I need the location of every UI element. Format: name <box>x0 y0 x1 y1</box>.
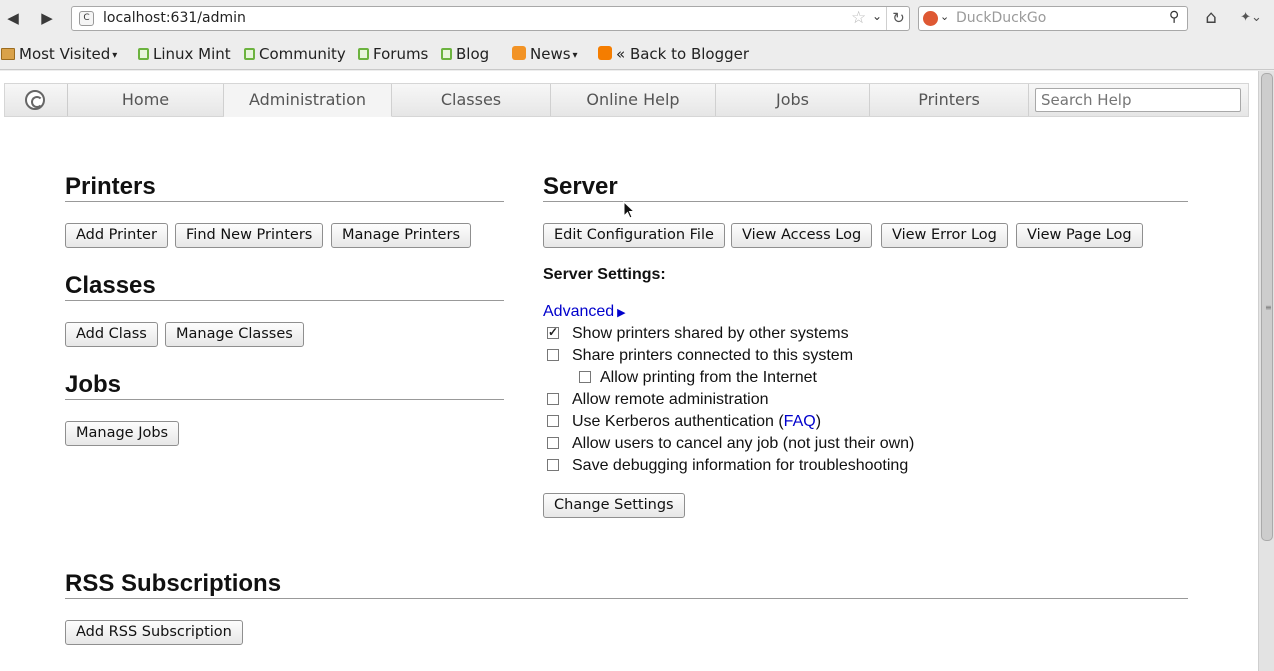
bookmark-forums[interactable]: Forums <box>358 45 428 63</box>
chevron-down-icon: ▾ <box>112 50 118 61</box>
back-arrow-icon[interactable]: ◀ <box>3 8 23 28</box>
change-settings-button[interactable]: Change Settings <box>543 493 685 518</box>
url-history-dropdown-icon[interactable]: ⌄ <box>872 9 882 23</box>
manage-classes-button[interactable]: Manage Classes <box>165 322 304 347</box>
rss-icon <box>512 46 526 60</box>
manage-jobs-button[interactable]: Manage Jobs <box>65 421 180 446</box>
bookmark-linux-mint[interactable]: Linux Mint <box>138 45 231 63</box>
chevron-down-icon: ▾ <box>572 50 578 61</box>
reload-icon[interactable]: ↻ <box>886 7 910 30</box>
mint-icon <box>441 48 452 60</box>
grip-icon: ≡ <box>1265 303 1272 312</box>
mint-icon <box>244 48 255 60</box>
classes-heading: Classes <box>65 272 156 299</box>
forward-arrow-icon[interactable]: ▶ <box>37 8 57 28</box>
server-heading: Server <box>543 173 618 200</box>
advanced-link[interactable]: Advanced ▶ <box>543 303 626 321</box>
expand-triangle-icon: ▶ <box>617 307 626 319</box>
remote-administration-checkbox[interactable] <box>547 393 559 405</box>
blogger-icon <box>598 46 612 60</box>
allow-internet-printing-checkbox[interactable] <box>579 371 591 383</box>
tab-online-help[interactable]: Online Help <box>551 84 716 116</box>
vertical-scrollbar[interactable]: ≡ <box>1258 71 1274 671</box>
divider <box>65 598 1188 599</box>
share-printers-checkbox[interactable] <box>547 349 559 361</box>
divider <box>65 300 504 301</box>
bookmark-community[interactable]: Community <box>244 45 346 63</box>
kerberos-checkbox[interactable] <box>547 415 559 427</box>
cups-logo-icon <box>25 90 45 110</box>
view-error-log-button[interactable]: View Error Log <box>881 223 1008 248</box>
search-icon[interactable]: ⚲ <box>1169 9 1179 25</box>
printers-heading: Printers <box>65 173 156 200</box>
manage-printers-button[interactable]: Manage Printers <box>331 223 471 248</box>
tab-jobs[interactable]: Jobs <box>716 84 870 116</box>
rss-subscriptions-heading: RSS Subscriptions <box>65 570 282 597</box>
duckduckgo-icon[interactable] <box>923 11 938 26</box>
find-new-printers-button[interactable]: Find New Printers <box>175 223 324 248</box>
cancel-any-job-checkbox[interactable] <box>547 437 559 449</box>
jobs-heading: Jobs <box>65 371 122 398</box>
bookmark-blog[interactable]: Blog <box>441 45 489 63</box>
divider <box>65 201 504 202</box>
edit-configuration-file-button[interactable]: Edit Configuration File <box>543 223 725 248</box>
debug-logging-checkbox[interactable] <box>547 459 559 471</box>
add-class-button[interactable]: Add Class <box>65 322 158 347</box>
bookmark-news[interactable]: News ▾ <box>512 45 578 63</box>
cups-tab-bar: Home Administration Classes Online Help … <box>4 83 1249 117</box>
mouse-cursor-icon <box>623 201 635 219</box>
tab-classes[interactable]: Classes <box>392 84 551 116</box>
bookmarks-toolbar: Most Visited ▾ Linux Mint Community Forum… <box>0 38 1274 70</box>
folder-icon <box>1 48 15 60</box>
site-identity-icon[interactable]: C <box>79 11 94 26</box>
view-page-log-button[interactable]: View Page Log <box>1016 223 1143 248</box>
mint-icon <box>358 48 369 60</box>
view-access-log-button[interactable]: View Access Log <box>731 223 873 248</box>
faq-link[interactable]: FAQ <box>784 413 816 430</box>
add-rss-subscription-button[interactable]: Add RSS Subscription <box>65 620 243 645</box>
url-bar[interactable]: C localhost:631/admin ☆ ⌄ ↻ <box>71 6 910 31</box>
show-shared-printers-checkbox[interactable] <box>547 325 559 339</box>
divider <box>543 201 1188 202</box>
search-help-input[interactable] <box>1035 88 1241 112</box>
tab-printers[interactable]: Printers <box>870 84 1029 116</box>
addon-icon[interactable]: ✦⌄ <box>1234 7 1268 29</box>
mint-icon <box>138 48 149 60</box>
server-settings-label: Server Settings: <box>543 266 666 283</box>
browser-navbar: ◀ ▶ C localhost:631/admin ☆ ⌄ ↻ ⌄ DuckDu… <box>0 0 1274 38</box>
bookmark-star-icon[interactable]: ☆ <box>851 8 866 28</box>
tab-home[interactable]: Home <box>68 84 224 116</box>
search-engine-dropdown-icon[interactable]: ⌄ <box>940 10 949 23</box>
page-viewport: Home Administration Classes Online Help … <box>0 71 1258 671</box>
home-icon[interactable]: ⌂ <box>1199 6 1223 30</box>
cups-logo[interactable] <box>5 84 68 116</box>
url-text[interactable]: localhost:631/admin <box>103 10 246 26</box>
add-printer-button[interactable]: Add Printer <box>65 223 168 248</box>
bookmark-back-to-blogger[interactable]: « Back to Blogger <box>598 45 749 63</box>
web-search-input[interactable]: DuckDuckGo <box>956 10 1046 26</box>
scrollbar-thumb[interactable]: ≡ <box>1261 73 1273 541</box>
bookmark-most-visited[interactable]: Most Visited ▾ <box>1 45 117 63</box>
web-search-bar[interactable]: ⌄ DuckDuckGo ⚲ <box>918 6 1188 31</box>
tab-administration[interactable]: Administration <box>224 84 392 117</box>
divider <box>65 399 504 400</box>
